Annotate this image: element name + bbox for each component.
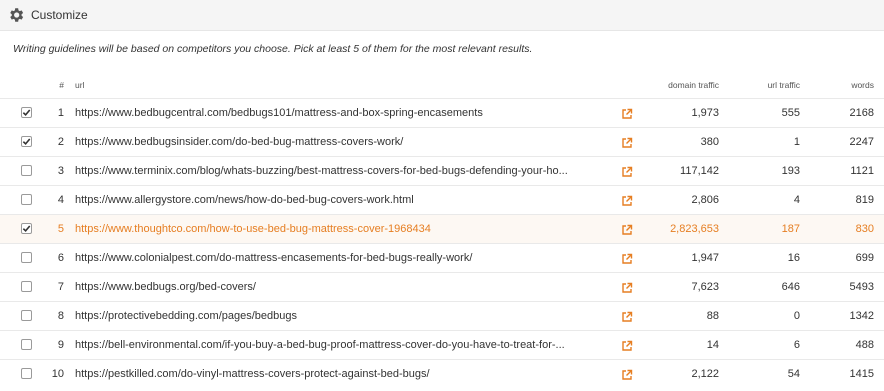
row-url-traffic: 193	[781, 165, 800, 177]
customize-header[interactable]: Customize	[0, 0, 884, 31]
row-checkbox[interactable]	[21, 223, 32, 234]
column-header-words[interactable]: words	[810, 80, 874, 90]
row-domain-traffic: 2,806	[691, 194, 719, 206]
row-words: 1415	[849, 368, 874, 380]
row-url: https://bell-environmental.com/if-you-bu…	[75, 339, 565, 351]
row-url-traffic: 1	[793, 136, 800, 148]
row-words: 1121	[850, 165, 874, 177]
external-link-icon[interactable]	[621, 107, 633, 119]
table-row[interactable]: 9 https://bell-environmental.com/if-you-…	[0, 330, 884, 359]
column-header-domain-traffic[interactable]: domain traffic	[640, 80, 719, 90]
external-link-icon[interactable]	[621, 194, 633, 206]
row-words: 2247	[849, 136, 874, 148]
row-checkbox[interactable]	[21, 368, 32, 379]
table-row[interactable]: 4 https://www.allergystore.com/news/how-…	[0, 185, 884, 214]
table-row[interactable]: 7 https://www.bedbugs.org/bed-covers/ 7,…	[0, 272, 884, 301]
table-row[interactable]: 6 https://www.colonialpest.com/do-mattre…	[0, 243, 884, 272]
table-row[interactable]: 1 https://www.bedbugcentral.com/bedbugs1…	[0, 98, 884, 127]
row-checkbox[interactable]	[21, 339, 32, 350]
row-url-traffic: 187	[781, 223, 800, 235]
customize-title: Customize	[31, 8, 88, 22]
row-url: https://www.bedbugsinsider.com/do-bed-bu…	[75, 136, 404, 148]
row-number: 8	[57, 310, 64, 322]
guideline-text: Writing guidelines will be based on comp…	[13, 43, 533, 55]
row-checkbox[interactable]	[21, 281, 32, 292]
row-domain-traffic: 88	[706, 310, 719, 322]
table-row[interactable]: 3 https://www.terminix.com/blog/whats-bu…	[0, 156, 884, 185]
row-checkbox[interactable]	[21, 252, 32, 263]
row-domain-traffic: 1,947	[691, 252, 719, 264]
row-url-traffic: 555	[781, 107, 800, 119]
row-url: https://www.colonialpest.com/do-mattress…	[75, 252, 473, 264]
external-link-icon[interactable]	[621, 165, 633, 177]
row-url: https://www.terminix.com/blog/whats-buzz…	[75, 165, 568, 177]
external-link-icon[interactable]	[621, 223, 633, 235]
external-link-icon[interactable]	[621, 368, 633, 380]
external-link-icon[interactable]	[621, 136, 633, 148]
table-row[interactable]: 8 https://protectivebedding.com/pages/be…	[0, 301, 884, 330]
row-number: 9	[57, 339, 64, 351]
row-number: 6	[57, 252, 64, 264]
row-url-traffic: 646	[781, 281, 800, 293]
row-url-traffic: 4	[793, 194, 800, 206]
row-url: https://protectivebedding.com/pages/bedb…	[75, 310, 297, 322]
row-domain-traffic: 117,142	[680, 165, 719, 177]
row-url: https://www.bedbugcentral.com/bedbugs101…	[75, 107, 483, 119]
row-number: 3	[57, 165, 64, 177]
external-link-icon[interactable]	[621, 339, 633, 351]
row-number: 7	[57, 281, 64, 293]
row-words: 830	[855, 223, 874, 235]
row-url-traffic: 0	[793, 310, 800, 322]
row-url-traffic: 6	[793, 339, 800, 351]
row-domain-traffic: 2,122	[691, 368, 719, 380]
row-number: 2	[57, 136, 64, 148]
row-checkbox[interactable]	[21, 107, 32, 118]
column-header-url-traffic[interactable]: url traffic	[730, 80, 800, 90]
row-words: 2168	[849, 107, 874, 119]
external-link-icon[interactable]	[621, 310, 633, 322]
row-domain-traffic: 7,623	[691, 281, 719, 293]
table-row[interactable]: 2 https://www.bedbugsinsider.com/do-bed-…	[0, 127, 884, 156]
row-words: 5493	[849, 281, 874, 293]
row-checkbox[interactable]	[21, 310, 32, 321]
external-link-icon[interactable]	[621, 252, 633, 264]
gear-icon	[7, 6, 25, 24]
row-words: 488	[855, 339, 874, 351]
table-row[interactable]: 5 https://www.thoughtco.com/how-to-use-b…	[0, 214, 884, 243]
row-checkbox[interactable]	[21, 165, 32, 176]
row-checkbox[interactable]	[21, 136, 32, 147]
row-url-traffic: 54	[787, 368, 800, 380]
external-link-icon[interactable]	[621, 281, 633, 293]
row-domain-traffic: 1,973	[691, 107, 719, 119]
column-header-url: url	[75, 80, 85, 90]
row-url: https://www.thoughtco.com/how-to-use-bed…	[75, 223, 431, 235]
row-number: 5	[57, 223, 64, 235]
row-number: 1	[57, 107, 64, 119]
row-words: 1342	[849, 310, 874, 322]
table-row[interactable]: 10 https://pestkilled.com/do-vinyl-mattr…	[0, 359, 884, 388]
row-checkbox[interactable]	[21, 194, 32, 205]
row-url: https://pestkilled.com/do-vinyl-mattress…	[75, 368, 430, 380]
row-words: 699	[855, 252, 874, 264]
row-url: https://www.allergystore.com/news/how-do…	[75, 194, 414, 206]
row-url-traffic: 16	[787, 252, 800, 264]
row-domain-traffic: 14	[706, 339, 719, 351]
row-domain-traffic: 380	[700, 136, 719, 148]
column-header-number: #	[59, 80, 64, 90]
row-domain-traffic: 2,823,653	[670, 223, 719, 235]
row-number: 10	[51, 368, 64, 380]
row-words: 819	[855, 194, 874, 206]
row-number: 4	[57, 194, 64, 206]
row-url: https://www.bedbugs.org/bed-covers/	[75, 281, 256, 293]
